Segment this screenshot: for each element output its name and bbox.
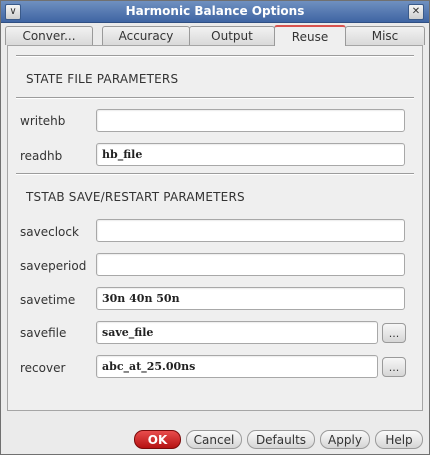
saveclock-label: saveclock [20, 225, 79, 239]
divider [16, 55, 414, 57]
tab-misc[interactable]: Misc [345, 26, 425, 45]
tab-convergence[interactable]: Conver... [5, 26, 93, 45]
tab-accuracy[interactable]: Accuracy [102, 26, 190, 45]
close-icon[interactable]: ✕ [408, 4, 424, 20]
title-bar[interactable]: ∨ Harmonic Balance Options ✕ [1, 1, 429, 23]
savetime-label: savetime [20, 293, 76, 307]
tab-output[interactable]: Output [189, 26, 275, 45]
readhb-input[interactable]: hb_file [96, 143, 405, 166]
saveperiod-input[interactable] [96, 253, 405, 276]
divider [16, 97, 414, 99]
harmonic-balance-options-dialog: ∨ Harmonic Balance Options ✕ Conver... A… [0, 0, 430, 455]
state-file-section-title: STATE FILE PARAMETERS [26, 72, 179, 86]
tab-reuse[interactable]: Reuse [274, 25, 346, 46]
defaults-button[interactable]: Defaults [247, 430, 315, 449]
help-button[interactable]: Help [375, 430, 423, 449]
writehb-input[interactable] [96, 109, 405, 132]
readhb-label: readhb [20, 149, 63, 163]
tstab-section-title: TSTAB SAVE/RESTART PARAMETERS [26, 190, 245, 204]
divider [16, 173, 414, 175]
tab-bar: Conver... Accuracy Output Reuse Misc [5, 25, 425, 46]
recover-browse-button[interactable]: ... [382, 357, 406, 377]
savefile-input[interactable]: save_file [96, 321, 378, 344]
savetime-input[interactable]: 30n 40n 50n [96, 287, 405, 310]
savefile-label: savefile [20, 326, 67, 340]
apply-button[interactable]: Apply [320, 430, 370, 449]
recover-input[interactable]: abc_at_25.00ns [96, 355, 378, 378]
ok-button[interactable]: OK [134, 430, 181, 449]
reuse-panel: STATE FILE PARAMETERS writehb readhb hb_… [7, 45, 423, 411]
writehb-label: writehb [20, 114, 66, 128]
savefile-browse-button[interactable]: ... [382, 323, 406, 343]
saveperiod-label: saveperiod [20, 259, 87, 273]
cancel-button[interactable]: Cancel [186, 430, 242, 449]
saveclock-input[interactable] [96, 219, 405, 242]
recover-label: recover [20, 361, 66, 375]
window-title: Harmonic Balance Options [125, 4, 305, 18]
